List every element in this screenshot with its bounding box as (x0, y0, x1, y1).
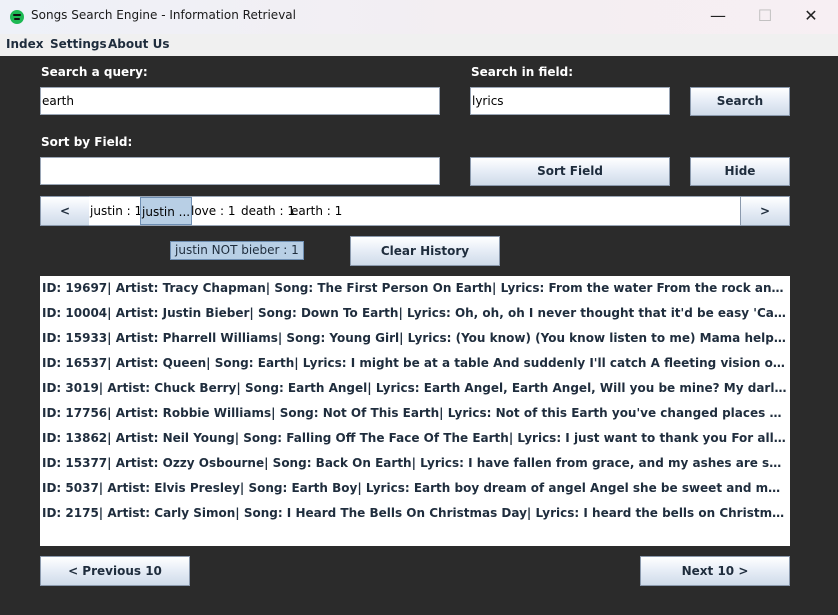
history-next-button[interactable]: > (740, 196, 790, 226)
next-page-button[interactable]: Next 10 > (640, 556, 790, 586)
bottom-strip (0, 602, 838, 615)
history-prev-button[interactable]: < (40, 196, 90, 226)
list-item[interactable]: ID: 5037| Artist: Elvis Presley| Song: E… (42, 481, 788, 495)
sort-label: Sort by Field: (41, 135, 133, 149)
history-item[interactable]: love : 1 (191, 204, 235, 218)
history-item-selected[interactable]: justin ... (140, 197, 193, 225)
query-input[interactable]: earth (40, 87, 440, 115)
list-item[interactable]: ID: 15377| Artist: Ozzy Osbourne| Song: … (42, 456, 788, 470)
history-item[interactable]: justin : 1 (90, 204, 142, 218)
list-item[interactable]: ID: 17756| Artist: Robbie Williams| Song… (42, 406, 788, 420)
query-label: Search a query: (41, 65, 148, 79)
list-item[interactable]: ID: 16537| Artist: Queen| Song: Earth| L… (42, 356, 788, 370)
list-item[interactable]: ID: 15933| Artist: Pharrell Williams| So… (42, 331, 788, 345)
menu-bar: Index Settings About Us (0, 34, 838, 56)
list-item[interactable]: ID: 10004| Artist: Justin Bieber| Song: … (42, 306, 788, 320)
close-button[interactable]: ✕ (799, 6, 823, 28)
title-bar: Songs Search Engine - Information Retrie… (0, 0, 838, 34)
results-list: ID: 19697| Artist: Tracy Chapman| Song: … (40, 276, 790, 546)
menu-about-us[interactable]: About Us (108, 37, 169, 51)
window-title: Songs Search Engine - Information Retrie… (31, 8, 296, 22)
selected-history-tag: justin NOT bieber : 1 (170, 241, 304, 260)
hide-button[interactable]: Hide (690, 157, 790, 186)
field-label: Search in field: (471, 65, 573, 79)
search-button[interactable]: Search (690, 87, 790, 116)
maximize-button[interactable]: ☐ (753, 6, 777, 28)
previous-page-button[interactable]: < Previous 10 (40, 556, 190, 586)
list-item[interactable]: ID: 2175| Artist: Carly Simon| Song: I H… (42, 506, 788, 520)
clear-history-button[interactable]: Clear History (350, 236, 500, 266)
sort-field-button[interactable]: Sort Field (470, 157, 670, 186)
spotify-app-icon (10, 10, 24, 24)
sort-field-input[interactable] (40, 157, 440, 185)
list-item[interactable]: ID: 3019| Artist: Chuck Berry| Song: Ear… (42, 381, 788, 395)
menu-index[interactable]: Index (6, 37, 43, 51)
menu-settings[interactable]: Settings (50, 37, 107, 51)
list-item[interactable]: ID: 13862| Artist: Neil Young| Song: Fal… (42, 431, 788, 445)
history-item[interactable]: earth : 1 (291, 204, 342, 218)
search-field-input[interactable]: lyrics (470, 87, 670, 115)
list-item[interactable]: ID: 19697| Artist: Tracy Chapman| Song: … (42, 281, 788, 295)
history-item[interactable]: death : 1 (241, 204, 295, 218)
history-bar: justin : 1 justin ... love : 1 death : 1… (89, 196, 741, 226)
minimize-button[interactable]: — (706, 6, 730, 28)
